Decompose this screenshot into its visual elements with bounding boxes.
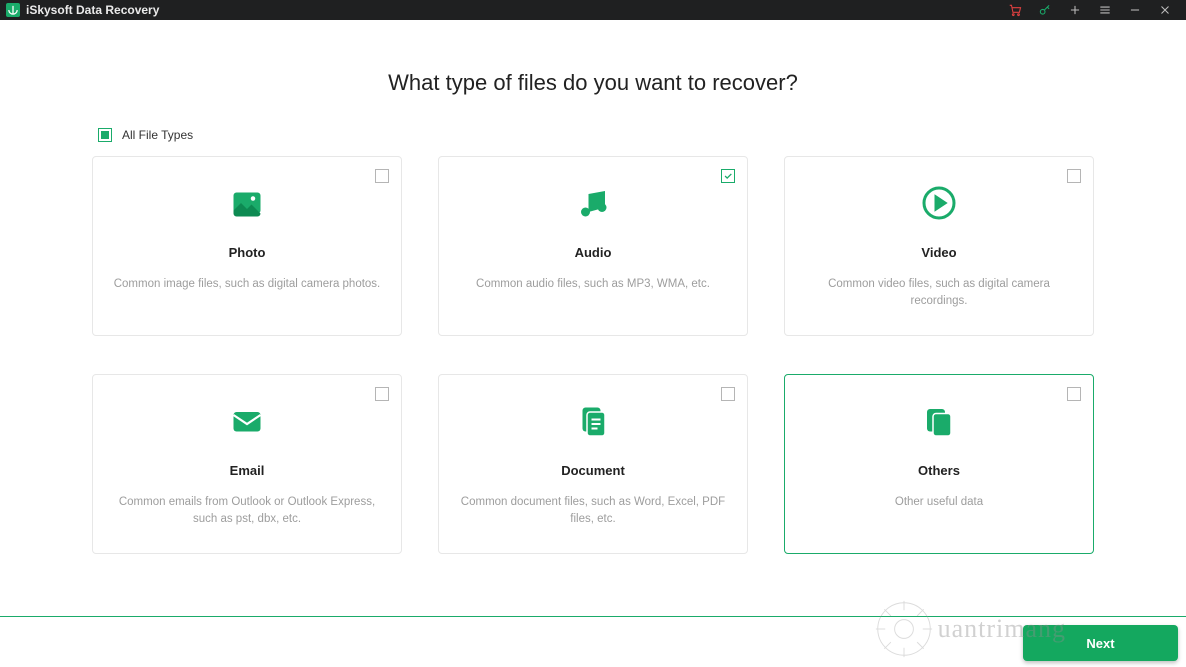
mail-icon [227,401,267,441]
card-video[interactable]: Video Common video files, such as digita… [784,156,1094,336]
music-icon [573,183,613,223]
card-title: Document [561,463,625,478]
card-email-checkbox[interactable] [375,387,389,401]
play-icon [919,183,959,223]
app-title: iSkysoft Data Recovery [26,3,159,17]
footer-divider [0,616,1186,617]
card-photo-checkbox[interactable] [375,169,389,183]
card-others[interactable]: Others Other useful data [784,374,1094,554]
card-title: Photo [229,245,266,260]
card-desc: Common audio files, such as MP3, WMA, et… [476,276,710,293]
titlebar: iSkysoft Data Recovery [0,0,1186,20]
main-content: What type of files do you want to recove… [0,20,1186,554]
card-desc: Common image files, such as digital came… [114,276,381,293]
card-audio[interactable]: Audio Common audio files, such as MP3, W… [438,156,748,336]
card-others-checkbox[interactable] [1067,387,1081,401]
close-icon[interactable] [1150,0,1180,20]
file-type-grid: Photo Common image files, such as digita… [0,156,1186,554]
card-title: Video [921,245,956,260]
all-file-types-row[interactable]: All File Types [98,128,1186,142]
all-file-types-label: All File Types [122,128,193,142]
next-button[interactable]: Next [1023,625,1178,661]
card-desc: Other useful data [895,494,983,511]
card-desc: Common document files, such as Word, Exc… [459,494,727,529]
cart-icon[interactable] [1000,0,1030,20]
menu-icon[interactable] [1090,0,1120,20]
all-file-types-checkbox[interactable] [98,128,112,142]
card-desc: Common video files, such as digital came… [805,276,1073,311]
app-logo-icon [6,3,20,17]
card-photo[interactable]: Photo Common image files, such as digita… [92,156,402,336]
card-desc: Common emails from Outlook or Outlook Ex… [113,494,381,529]
card-title: Audio [575,245,612,260]
card-document-checkbox[interactable] [721,387,735,401]
card-audio-checkbox[interactable] [721,169,735,183]
card-document[interactable]: Document Common document files, such as … [438,374,748,554]
card-video-checkbox[interactable] [1067,169,1081,183]
minimize-icon[interactable] [1120,0,1150,20]
photo-icon [227,183,267,223]
files-icon [919,401,959,441]
page-title: What type of files do you want to recove… [0,70,1186,96]
plus-icon[interactable] [1060,0,1090,20]
card-title: Email [230,463,265,478]
document-icon [573,401,613,441]
key-icon[interactable] [1030,0,1060,20]
card-email[interactable]: Email Common emails from Outlook or Outl… [92,374,402,554]
card-title: Others [918,463,960,478]
